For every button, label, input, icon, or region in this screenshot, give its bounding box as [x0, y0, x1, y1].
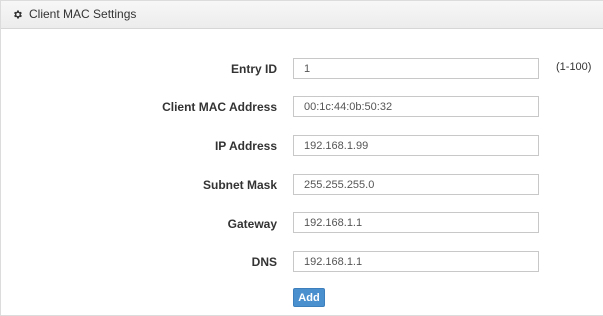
client-mac-address-input[interactable] — [293, 96, 539, 117]
add-button[interactable]: Add — [293, 288, 325, 307]
panel-title: Client MAC Settings — [29, 7, 137, 21]
client-mac-address-label: Client MAC Address — [162, 100, 277, 114]
subnet-mask-label: Subnet Mask — [202, 178, 277, 192]
gear-icon — [14, 10, 22, 19]
panel-header: Client MAC Settings — [1, 1, 603, 29]
ip-address-input[interactable] — [293, 135, 539, 156]
entry-id-input[interactable] — [293, 58, 539, 79]
ip-address-label: IP Address — [214, 139, 277, 153]
subnet-mask-input[interactable] — [293, 174, 539, 195]
dns-label: DNS — [251, 255, 277, 269]
gateway-input[interactable] — [293, 212, 539, 233]
entry-id-range-hint: (1-100) — [556, 61, 592, 73]
client-mac-settings-panel: Client MAC Settings Entry ID (1-100) Cli… — [0, 0, 603, 316]
gateway-label: Gateway — [227, 217, 277, 231]
entry-id-label: Entry ID — [230, 62, 277, 76]
dns-input[interactable] — [293, 251, 539, 272]
